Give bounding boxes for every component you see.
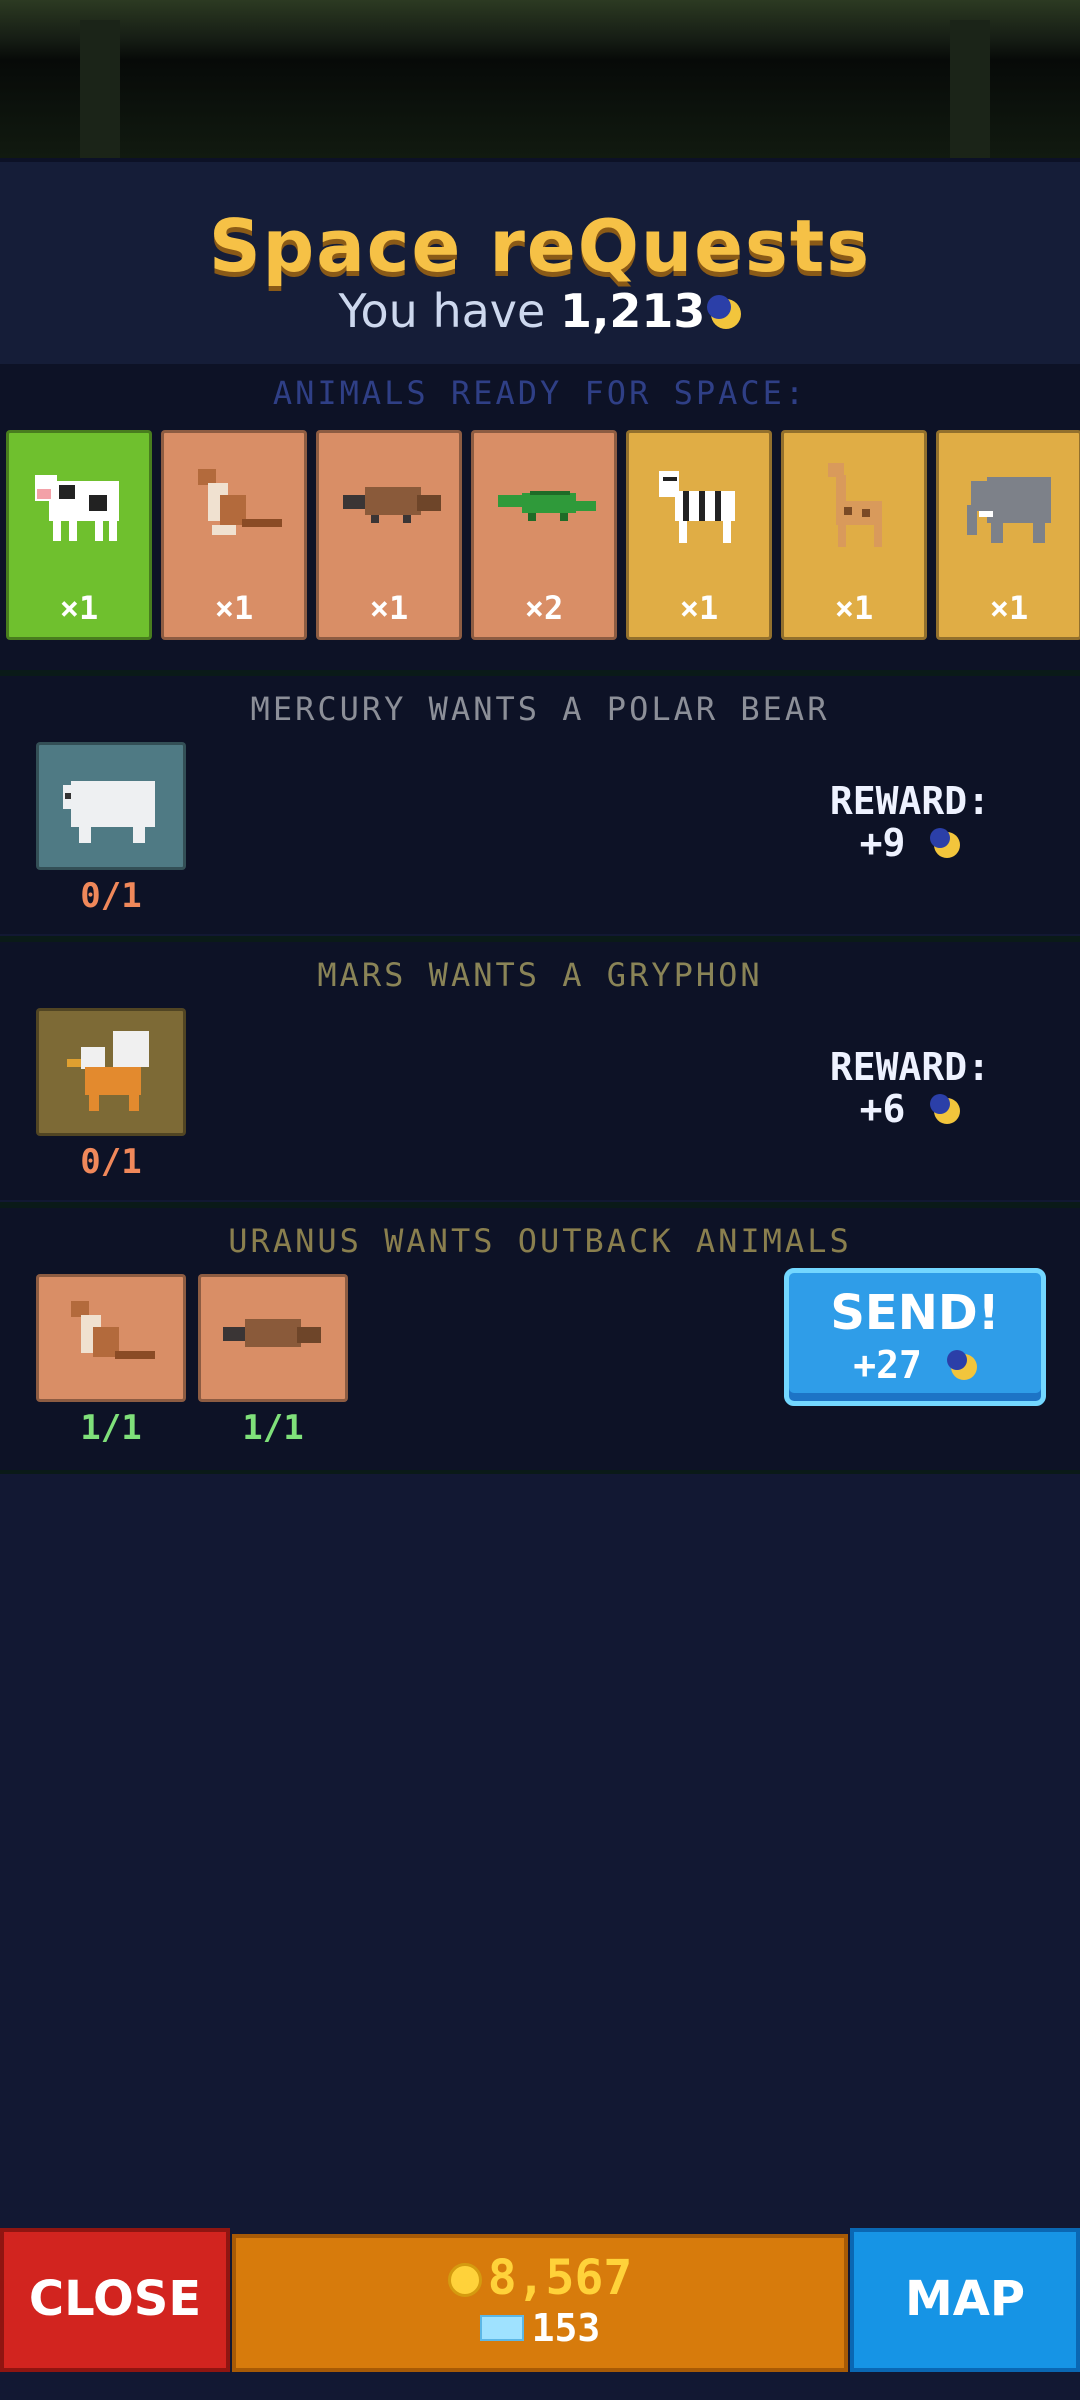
request-reward: REWARD: +6	[800, 1046, 1020, 1130]
ready-tile-giraffe[interactable]: ×1	[781, 430, 927, 640]
ready-count: ×1	[989, 589, 1029, 627]
ready-tile-zebra[interactable]: ×1	[626, 430, 772, 640]
kangaroo-icon	[198, 469, 282, 535]
moon-coin-icon	[930, 828, 961, 858]
request-progress: 0/1	[80, 876, 142, 916]
request-card-mars: MARS WANTS A GRYPHON 0/1 REWARD: +6	[0, 936, 1080, 1200]
ready-label: ANIMALS READY FOR SPACE:	[272, 374, 808, 412]
ticket-icon	[479, 2315, 524, 2341]
giraffe-icon	[828, 463, 882, 547]
ready-tile-cow[interactable]: ×1	[6, 430, 152, 640]
moon-coin-icon	[707, 295, 742, 329]
send-label: SEND!	[830, 1285, 1000, 1341]
send-button[interactable]: SEND! +27	[784, 1268, 1046, 1406]
ready-count: ×1	[834, 589, 874, 627]
request-animal-slot-kangaroo[interactable]	[36, 1274, 186, 1402]
request-card-mercury: MERCURY WANTS A POLAR BEAR 0/1 REWARD: +…	[0, 670, 1080, 934]
balance-value: 1,213	[559, 284, 706, 338]
ready-count: ×1	[679, 589, 719, 627]
request-progress: 1/1	[80, 1408, 142, 1448]
request-animal-slot[interactable]	[36, 742, 186, 870]
request-animal-slot[interactable]	[36, 1008, 186, 1136]
reward-label: REWARD:	[829, 779, 991, 823]
send-reward: +27	[853, 1343, 922, 1387]
ready-count: ×1	[59, 589, 99, 627]
bottom-bar: CLOSE 8,567 153 MAP	[0, 2228, 1080, 2378]
request-title: MARS WANTS A GRYPHON	[317, 956, 763, 994]
crocodile-icon	[498, 491, 596, 521]
ready-tile-kangaroo[interactable]: ×1	[161, 430, 307, 640]
cow-icon	[35, 475, 119, 541]
ready-tile-platypus[interactable]: ×1	[316, 430, 462, 640]
reward-label: REWARD:	[829, 1045, 991, 1089]
ready-animals-section: ANIMALS READY FOR SPACE: ×1 ×1 ×1 ×2 ×1 …	[0, 364, 1080, 670]
ready-count: ×1	[369, 589, 409, 627]
ready-count: ×2	[524, 589, 564, 627]
elephant-icon	[967, 477, 1051, 543]
moon-coin-icon	[946, 1350, 977, 1380]
request-card-uranus: URANUS WANTS OUTBACK ANIMALS 1/1 1/1 SEN…	[0, 1202, 1080, 1474]
request-progress: 1/1	[242, 1408, 304, 1448]
request-title: URANUS WANTS OUTBACK ANIMALS	[228, 1222, 852, 1260]
balance-prefix: You have	[338, 284, 546, 338]
request-reward: REWARD: +9	[800, 780, 1020, 864]
moon-coin-icon	[930, 1094, 961, 1124]
scene-post-left	[80, 20, 120, 158]
ready-tile-elephant[interactable]: ×1	[936, 430, 1080, 640]
gold-coin-icon	[447, 2263, 482, 2297]
page-title: Space reQuests	[208, 204, 872, 288]
close-button[interactable]: CLOSE	[0, 2228, 230, 2372]
reward-value: +9	[859, 821, 906, 865]
gryphon-icon	[67, 1031, 149, 1111]
kangaroo-icon	[71, 1301, 155, 1359]
requests-header: Space reQuests You have 1,213	[0, 158, 1080, 368]
polar-bear-icon	[63, 781, 155, 843]
request-progress: 0/1	[80, 1142, 142, 1182]
ready-tile-crocodile[interactable]: ×2	[471, 430, 617, 640]
zebra-icon	[659, 471, 735, 543]
coin-count: 8,567	[487, 2250, 633, 2306]
currency-panel: 8,567 153	[232, 2234, 848, 2372]
reward-value: +6	[859, 1087, 906, 1131]
request-title: MERCURY WANTS A POLAR BEAR	[250, 690, 830, 728]
ticket-count: 153	[531, 2306, 601, 2350]
map-button[interactable]: MAP	[850, 2228, 1080, 2372]
game-scene-backdrop	[0, 0, 1080, 158]
request-animal-slot-platypus[interactable]	[198, 1274, 348, 1402]
platypus-icon	[343, 487, 441, 523]
moon-balance: You have 1,213	[0, 284, 1080, 338]
scene-post-right	[950, 20, 990, 158]
platypus-icon	[223, 1319, 321, 1347]
ready-count: ×1	[214, 589, 254, 627]
